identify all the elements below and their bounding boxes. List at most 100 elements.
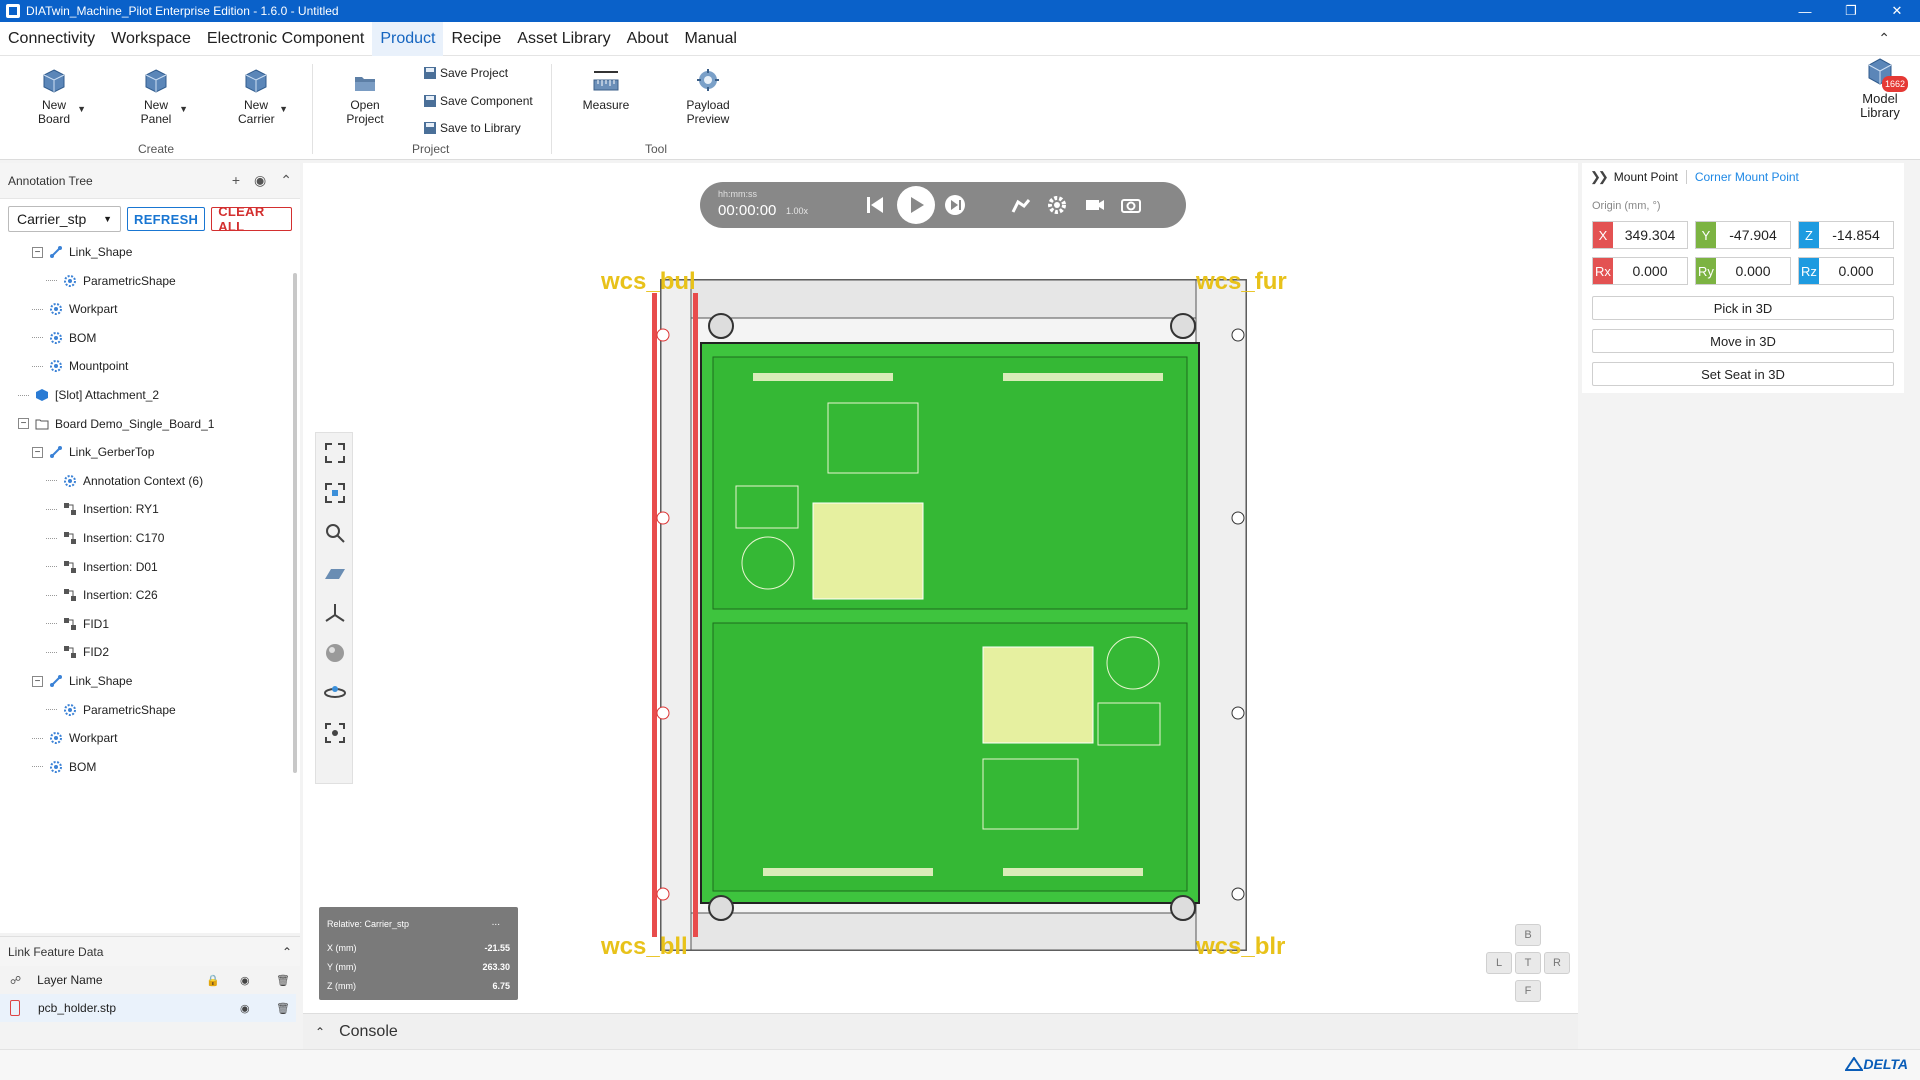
- view-left-button[interactable]: L: [1486, 952, 1512, 974]
- tree-item[interactable]: Workpart: [0, 724, 292, 752]
- tree-item[interactable]: BOM: [0, 753, 292, 781]
- focus-icon[interactable]: [323, 721, 347, 745]
- rotation-rx-field[interactable]: Rx 0.000: [1592, 257, 1688, 285]
- skip-back-icon[interactable]: [860, 190, 890, 220]
- model-library-button[interactable]: 1662 Model Library: [1852, 56, 1909, 120]
- collapse-toggle-icon[interactable]: −: [32, 246, 43, 258]
- gear-icon[interactable]: [1042, 190, 1072, 220]
- origin-x-field[interactable]: X 349.304: [1592, 221, 1688, 249]
- tree-item[interactable]: FID1: [0, 610, 292, 638]
- 3d-viewport[interactable]: wcs_bul wcs_fur wcs_bll wcs_blr: [303, 163, 1578, 1013]
- menu-workspace[interactable]: Workspace: [103, 22, 199, 56]
- tree-item[interactable]: − Link_GerberTop: [0, 438, 292, 466]
- tree-item[interactable]: BOM: [0, 324, 292, 352]
- carrier-model[interactable]: [303, 163, 1578, 1013]
- move-in-3d-button[interactable]: Move in 3D: [1592, 329, 1894, 353]
- tree-item[interactable]: Insertion: D01: [0, 553, 292, 581]
- save-to-library-button[interactable]: Save to Library: [423, 121, 521, 135]
- trash-icon[interactable]: 🗑: [276, 974, 290, 987]
- tree-item[interactable]: − Board Demo_Single_Board_1: [0, 410, 292, 438]
- menu-about[interactable]: About: [619, 22, 677, 56]
- tree-item[interactable]: ParametricShape: [0, 267, 292, 295]
- add-icon[interactable]: +: [232, 172, 240, 189]
- tree-item[interactable]: Insertion: C26: [0, 581, 292, 609]
- chevron-up-icon[interactable]: ⌃: [315, 1025, 325, 1039]
- new-carrier-button[interactable]: New Carrier ▼: [238, 68, 288, 126]
- origin-y-field[interactable]: Y -47.904: [1695, 221, 1791, 249]
- new-board-button[interactable]: New Board ▼: [36, 68, 86, 126]
- payload-preview-button[interactable]: Payload Preview: [682, 68, 734, 126]
- save-component-button[interactable]: Save Component: [423, 94, 533, 108]
- link-feature-row[interactable]: pcb_holder.stp ◉ 🗑: [0, 994, 296, 1022]
- eye-icon[interactable]: ◉: [240, 974, 250, 987]
- view-right-button[interactable]: R: [1544, 952, 1570, 974]
- tree-item[interactable]: [Slot] Attachment_2: [0, 381, 292, 409]
- fit-all-icon[interactable]: [323, 441, 347, 465]
- open-project-button[interactable]: Open Project: [345, 72, 385, 126]
- measure-button[interactable]: Measure: [582, 68, 630, 112]
- eye-icon[interactable]: ◉: [240, 1002, 250, 1015]
- layer-color-swatch[interactable]: [10, 1000, 20, 1016]
- tree-item[interactable]: Insertion: C170: [0, 524, 292, 552]
- menu-product[interactable]: Product: [372, 21, 444, 56]
- console-bar[interactable]: ⌃ Console: [303, 1013, 1578, 1049]
- tree-item[interactable]: − Link_Shape: [0, 243, 292, 266]
- orbit-icon[interactable]: [323, 681, 347, 705]
- tree-item[interactable]: Mountpoint: [0, 781, 292, 783]
- collapse-ribbon-icon[interactable]: ⌃: [1878, 30, 1890, 47]
- playback-speed[interactable]: 1.00x: [786, 206, 808, 216]
- menu-recipe[interactable]: Recipe: [443, 22, 509, 56]
- menu-manual[interactable]: Manual: [676, 22, 744, 56]
- axes-icon[interactable]: [323, 601, 347, 625]
- close-icon[interactable]: ✕: [1874, 0, 1920, 22]
- carrier-select[interactable]: Carrier_stp ▼: [8, 206, 122, 232]
- fit-selection-icon[interactable]: [323, 481, 347, 505]
- rotation-ry-field[interactable]: Ry 0.000: [1695, 257, 1791, 285]
- menu-asset-library[interactable]: Asset Library: [509, 22, 618, 56]
- chevron-down-icon[interactable]: ▼: [77, 102, 86, 116]
- collapse-toggle-icon[interactable]: −: [32, 446, 43, 458]
- shading-sphere-icon[interactable]: [323, 641, 347, 665]
- set-seat-in-3d-button[interactable]: Set Seat in 3D: [1592, 362, 1894, 386]
- play-icon[interactable]: [897, 186, 935, 224]
- tree-item[interactable]: Workpart: [0, 295, 292, 323]
- zoom-icon[interactable]: [323, 521, 347, 545]
- new-panel-button[interactable]: New Panel ▼: [138, 68, 188, 126]
- maximize-icon[interactable]: ❐: [1828, 0, 1874, 22]
- rotation-rz-field[interactable]: Rz 0.000: [1798, 257, 1894, 285]
- trash-icon[interactable]: 🗑: [276, 1002, 290, 1015]
- chevron-down-icon[interactable]: ▼: [179, 102, 188, 116]
- collapse-toggle-icon[interactable]: −: [32, 675, 43, 687]
- chevron-double-right-icon[interactable]: ❯❯: [1590, 169, 1609, 185]
- refresh-button[interactable]: REFRESH: [127, 207, 206, 231]
- view-front-button[interactable]: F: [1515, 980, 1541, 1002]
- lock-icon[interactable]: 🔒: [206, 974, 220, 987]
- save-project-button[interactable]: Save Project: [423, 66, 508, 80]
- tree-scrollbar[interactable]: [293, 273, 297, 773]
- chevron-up-icon[interactable]: ⌃: [280, 172, 292, 189]
- more-options-icon[interactable]: ...: [492, 917, 500, 928]
- breadcrumb-current[interactable]: Corner Mount Point: [1695, 170, 1799, 184]
- tree-item[interactable]: Mountpoint: [0, 352, 292, 380]
- menu-connectivity[interactable]: Connectivity: [0, 22, 103, 56]
- view-back-button[interactable]: B: [1515, 924, 1541, 946]
- camera-icon[interactable]: [1116, 190, 1146, 220]
- step-forward-icon[interactable]: [940, 190, 970, 220]
- tree-item[interactable]: Insertion: RY1: [0, 495, 292, 523]
- tree-item[interactable]: ParametricShape: [0, 696, 292, 724]
- pick-in-3d-button[interactable]: Pick in 3D: [1592, 296, 1894, 320]
- tree-item[interactable]: − Link_Shape: [0, 667, 292, 695]
- clear-all-button[interactable]: CLEAR ALL: [211, 204, 292, 234]
- section-view-icon[interactable]: [323, 561, 347, 585]
- view-top-button[interactable]: T: [1515, 952, 1541, 974]
- eye-icon[interactable]: ◉: [254, 172, 266, 189]
- minimize-icon[interactable]: —: [1782, 0, 1828, 22]
- robot-arm-icon[interactable]: [1006, 190, 1036, 220]
- video-camera-icon[interactable]: [1080, 190, 1110, 220]
- tree-item[interactable]: FID2: [0, 638, 292, 666]
- tree-item[interactable]: Annotation Context (6): [0, 467, 292, 495]
- collapse-toggle-icon[interactable]: −: [18, 418, 29, 430]
- origin-z-field[interactable]: Z -14.854: [1798, 221, 1894, 249]
- chevron-up-icon[interactable]: ⌃: [282, 945, 292, 959]
- chevron-down-icon[interactable]: ▼: [279, 102, 288, 116]
